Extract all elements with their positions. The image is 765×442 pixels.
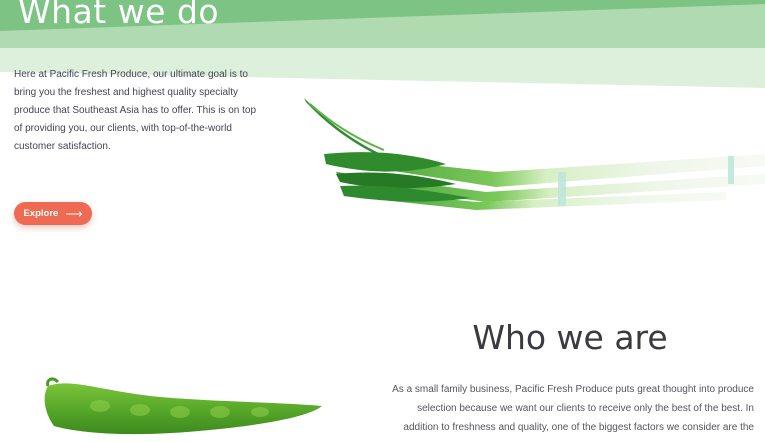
section-title-what-we-do: What we do — [18, 0, 220, 31]
about-paragraph: As a small family business, Pacific Fres… — [392, 384, 754, 433]
explore-button-label: Explore — [23, 208, 59, 219]
intro-paragraph: Here at Pacific Fresh Produce, our ultim… — [14, 69, 257, 152]
explore-button[interactable]: Explore ⟶ — [14, 202, 92, 225]
arrow-right-icon: ⟶ — [65, 206, 83, 221]
green-onion-image — [304, 98, 765, 210]
section-title-who-we-are: Who we are — [472, 318, 668, 357]
snow-pea-image — [44, 377, 322, 435]
